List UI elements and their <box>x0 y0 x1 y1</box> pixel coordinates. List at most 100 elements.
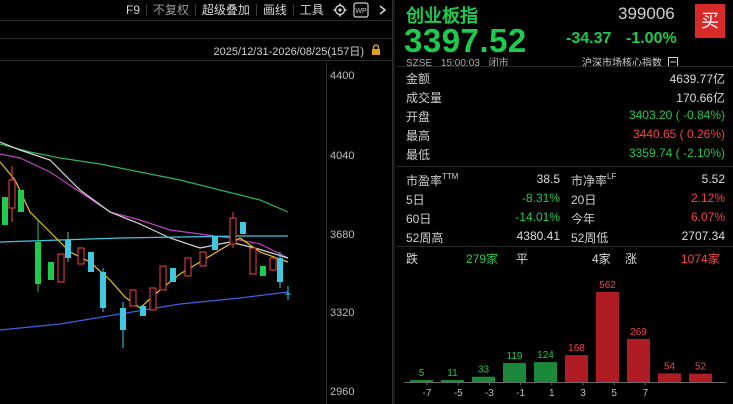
stat-row-high: 最高 3440.65 ( 0.26%) <box>396 125 733 144</box>
stat-label: 成交量 <box>406 91 443 105</box>
buy-button[interactable]: 买 <box>695 4 725 38</box>
y-tick-label: 3320 <box>330 307 355 319</box>
period-label: 今年 <box>571 212 596 226</box>
distribution-bar <box>503 362 526 382</box>
market-breadth: 跌 279家 平 4家 涨 1074家 <box>396 248 733 268</box>
distribution-x-tick: 3 <box>580 388 586 399</box>
week52-high-label: 52周高 <box>406 231 444 245</box>
valuation-grid: 市盈率TTM 38.5 市净率LF 5.52 5日 -8.31% 20日 2.1… <box>396 170 733 246</box>
distribution-bar <box>658 373 681 382</box>
down-label: 跌 <box>406 252 419 266</box>
period-value: 2.12% <box>690 191 725 205</box>
panel-splitter[interactable] <box>392 0 395 404</box>
toolbar-tools-button[interactable]: 工具 <box>294 0 330 20</box>
distribution-bar <box>441 380 464 382</box>
distribution-bar-label: 54 <box>664 361 676 372</box>
date-range-bar: 2025/12/31-2026/08/25(157日) <box>0 42 392 58</box>
flat-label: 平 <box>516 252 529 266</box>
distribution-bar <box>534 362 557 382</box>
week52-low-value: 2707.34 <box>681 229 725 243</box>
stat-label: 最低 <box>406 148 431 162</box>
period-label: 5日 <box>406 193 425 207</box>
down-count: 279家 <box>466 252 499 266</box>
distribution-x-tick: -7 <box>423 388 432 399</box>
distribution-bar <box>689 373 712 382</box>
distribution-bar <box>472 376 495 382</box>
period-label: 60日 <box>406 212 432 226</box>
distribution-bar <box>565 355 588 382</box>
y-tick-label: 4400 <box>330 70 355 82</box>
stat-label: 金额 <box>406 72 431 86</box>
period-value: 6.07% <box>690 210 725 224</box>
distribution-bar <box>410 380 433 382</box>
distribution-bar <box>596 292 619 382</box>
kline-chart-panel: F9 不复权 超级叠加 画线 工具 WP 2025/12/31-2026/08/… <box>0 0 392 404</box>
distribution-bar-label: 269 <box>630 327 647 338</box>
distribution-bar-label: 562 <box>599 280 616 291</box>
index-code: 399006 <box>618 4 675 23</box>
quote-divider <box>396 66 733 67</box>
axis-divider <box>326 62 327 404</box>
stat-value: 3440.65 ( 0.26%) <box>632 127 725 141</box>
stat-row-open: 开盘 3403.20 ( -0.84%) <box>396 106 733 125</box>
stat-value: 170.66亿 <box>676 91 725 105</box>
ma-line-green <box>0 143 289 213</box>
distribution-x-tick: 7 <box>643 388 649 399</box>
ma-line-magenta <box>0 153 289 259</box>
flat-count: 4家 <box>592 252 611 266</box>
quote-divider <box>396 246 733 247</box>
distribution-bar-label: 5 <box>419 368 425 379</box>
distribution-bar-label: 168 <box>568 343 585 354</box>
distribution-x-tick: -5 <box>454 388 463 399</box>
change-distribution-chart: 5 11 33 119 124 168 562 269 54 52 -7 -5 -3 -1 1 3 5 7 <box>404 280 726 399</box>
up-label: 涨 <box>625 252 638 266</box>
distribution-bar-label: 119 <box>507 351 523 362</box>
candlestick-group <box>2 166 291 348</box>
valuation-row-5d-20d: 5日 -8.31% 20日 2.12% <box>396 189 733 208</box>
ma-line-yellow <box>0 161 289 309</box>
distribution-x-tick: -1 <box>516 388 525 399</box>
stat-row-low: 最低 3359.74 ( -2.10%) <box>396 144 733 163</box>
period-value: -8.31% <box>521 191 560 205</box>
gear-icon[interactable] <box>332 1 349 19</box>
valuation-row-pe-pb: 市盈率TTM 38.5 市净率LF 5.52 <box>396 170 733 189</box>
stat-row-amount: 金额 4639.77亿 <box>396 68 733 87</box>
toolbar-divider-line <box>0 20 392 21</box>
chevron-right-icon[interactable] <box>373 1 390 19</box>
svg-text:WP: WP <box>355 8 367 15</box>
price-change-pct: -1.00% <box>626 30 677 47</box>
stat-value: 3403.20 ( -0.84%) <box>628 108 725 122</box>
distribution-x-tick: 5 <box>611 388 617 399</box>
chart-toolbar: F9 不复权 超级叠加 画线 工具 WP <box>0 0 392 20</box>
distribution-bar-label: 124 <box>537 350 554 361</box>
period-label: 20日 <box>571 193 597 207</box>
y-tick-label: 4040 <box>330 150 355 162</box>
toolbar-overlay-button[interactable]: 超级叠加 <box>196 0 256 20</box>
distribution-x-tick: -3 <box>485 388 494 399</box>
wp-icon[interactable]: WP <box>353 1 370 19</box>
distribution-bar-label: 52 <box>695 362 707 373</box>
pe-value: 38.5 <box>536 172 560 186</box>
quote-divider <box>396 166 733 167</box>
stat-label: 最高 <box>406 129 431 143</box>
header-divider-line <box>0 38 392 39</box>
valuation-row-52w: 52周高 4380.41 52周低 2707.34 <box>396 227 733 246</box>
toolbar-draw-button[interactable]: 画线 <box>257 0 293 20</box>
date-range-label: 2025/12/31-2026/08/25(157日) <box>213 46 364 58</box>
kline-chart[interactable] <box>0 62 326 404</box>
period-value: -14.01% <box>515 210 560 224</box>
y-tick-label: 2960 <box>330 386 355 398</box>
price-change: -34.37 <box>566 30 612 47</box>
pb-value: 5.52 <box>701 172 725 186</box>
quote-stats: 金额 4639.77亿 成交量 170.66亿 开盘 3403.20 ( -0.… <box>396 68 733 163</box>
chart-top-line <box>0 60 392 61</box>
toolbar-adjust-button[interactable]: 不复权 <box>147 0 195 20</box>
distribution-bar-label: 11 <box>447 368 458 379</box>
lock-icon[interactable] <box>370 44 382 59</box>
stat-label: 开盘 <box>406 110 431 124</box>
toolbar-f9-button[interactable]: F9 <box>120 0 146 20</box>
pb-label: 市净率LF <box>571 172 617 188</box>
week52-high-value: 4380.41 <box>516 229 560 243</box>
stock-terminal: F9 不复权 超级叠加 画线 工具 WP 2025/12/31-2026/08/… <box>0 0 733 404</box>
stat-value: 4639.77亿 <box>669 72 725 86</box>
